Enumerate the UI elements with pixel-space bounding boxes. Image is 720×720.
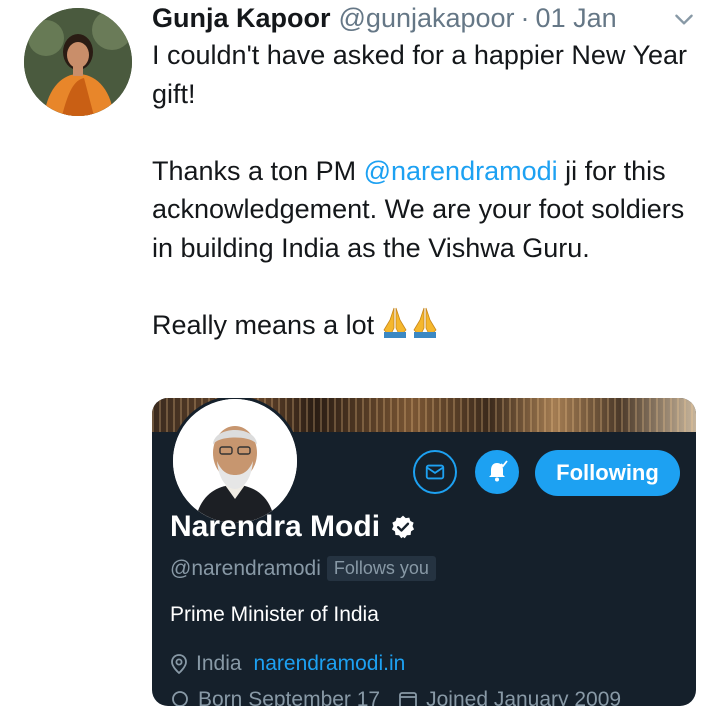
folded-hands-icon [380, 306, 440, 349]
profile-bio: Prime Minister of India [170, 603, 379, 626]
calendar-icon [399, 692, 418, 706]
envelope-icon [425, 464, 445, 480]
profile-avatar-image [173, 399, 297, 523]
notifications-button[interactable] [475, 450, 519, 494]
profile-website-link[interactable]: narendramodi.in [254, 652, 406, 676]
verified-badge-icon [391, 515, 415, 539]
profile-handle-text: @narendramodi [170, 556, 321, 580]
follows-you-badge: Follows you [326, 556, 436, 581]
location-pin-icon [171, 654, 187, 674]
tweet-paragraph-1: I couldn't have asked for a happier New … [152, 40, 688, 109]
profile-avatar[interactable] [170, 398, 300, 526]
tweet-text: I couldn't have asked for a happier New … [152, 36, 702, 349]
author-avatar[interactable] [24, 8, 132, 116]
following-button[interactable]: Following [535, 450, 680, 496]
profile-location: India [196, 652, 242, 675]
author-handle[interactable]: @gunjakapoor [339, 3, 515, 34]
profile-name-text: Narendra Modi [170, 510, 381, 543]
message-button[interactable] [413, 450, 457, 494]
author-name[interactable]: Gunja Kapoor [152, 3, 331, 34]
profile-name: Narendra Modi [170, 510, 416, 544]
profile-handle: @narendramodi Follows you [170, 556, 436, 581]
bell-icon [489, 460, 508, 482]
mention-link[interactable]: @narendramodi [364, 156, 558, 186]
tweet-paragraph-3: Really means a lot [152, 306, 702, 349]
chevron-down-icon[interactable] [671, 6, 697, 32]
tweet-text-segment: Really means a lot [152, 310, 375, 341]
separator-dot: · [520, 2, 530, 33]
profile-meta-row: Born September 17 Joined January 2009 [170, 688, 621, 706]
tweet-timestamp[interactable]: 01 Jan [536, 3, 617, 34]
balloon-icon [172, 691, 188, 706]
tweet-text-segment: Thanks a ton PM [152, 155, 364, 186]
tweet-paragraph-2: Thanks a ton PM @narendramodi ji for thi… [152, 152, 702, 268]
profile-joined: Joined January 2009 [426, 688, 622, 706]
author-avatar-image [24, 8, 132, 116]
profile-location-row: India narendramodi.in [170, 652, 405, 676]
profile-birthday: Born September 17 [198, 688, 381, 706]
profile-card[interactable]: Following Narendra Modi @narendramodi Fo… [152, 398, 696, 706]
tweet-header: Gunja Kapoor @gunjakapoor · 01 Jan [152, 2, 697, 34]
